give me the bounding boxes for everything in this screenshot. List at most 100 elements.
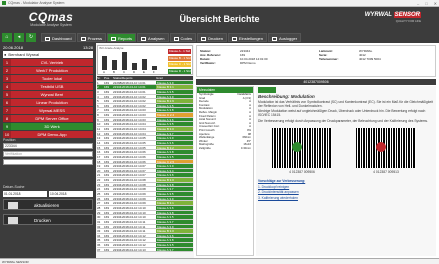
column-header[interactable]: Nr. [97, 76, 104, 80]
description-tab[interactable] [258, 87, 276, 93]
station-number: 10 [3, 130, 11, 139]
table-cell: 223344 [113, 247, 122, 252]
grade-tag[interactable]: Klasse D - 1 Std [168, 68, 191, 74]
table-cell: 169 [104, 229, 110, 233]
nav-label: Codes [180, 36, 193, 41]
table-cell: 169 [104, 113, 110, 117]
table-cell: Klasse A 3.6 [156, 233, 193, 238]
description-p1: Modulation ist das Verhältnis von Symbol… [258, 99, 433, 108]
table-cell: 169 [104, 154, 110, 159]
station-item[interactable]: 4 Testbild USB [3, 82, 93, 91]
user-box[interactable]: ● Bernhard Wyrwal [3, 51, 93, 58]
table-cell: Klasse A 3.9 [156, 164, 193, 168]
table-cell: 2018-04-10 14:09 [122, 196, 146, 201]
station-item[interactable]: 6 Linear Produktion [3, 98, 93, 107]
link-item[interactable]: 2. Druckintensität anpassen [256, 191, 436, 195]
table-cell: 2018-04-10 14:06 [122, 150, 146, 154]
maximize-icon[interactable]: □ [425, 1, 427, 6]
column-header[interactable]: Station [113, 76, 122, 80]
nav-einstellungen[interactable]: Einstellungen [227, 33, 268, 42]
chart-tick-label: E [143, 70, 145, 74]
nav-label: Einstellungen [238, 36, 264, 41]
table-cell: 12 [97, 131, 101, 136]
station-item[interactable]: 3 Tooler lokal [3, 74, 93, 83]
refresh-label: aktualisieren [34, 203, 60, 208]
link-item[interactable]: 1. Druckkopf reinigen [256, 185, 436, 190]
chart-tick-label: F [153, 70, 155, 74]
nav-prozess[interactable]: Prozess [76, 33, 107, 42]
table-cell: 2018-04-10 14:12 [122, 238, 146, 243]
date-from-field[interactable]: 01.01.2018 [3, 191, 47, 197]
station-item[interactable]: 5 Wyrwal Berri [3, 90, 93, 99]
table-cell: 223344 [113, 178, 122, 182]
measure-value: 0.30mm [240, 145, 251, 150]
grade-tag[interactable]: Klasse C - 1 Std [168, 62, 191, 67]
description-heading: Beschreibung: Modulation [258, 94, 315, 99]
table-cell: Klasse A 3.9 [156, 196, 193, 201]
column-header[interactable]: Reports [122, 76, 156, 80]
info-value: 4012 7009 5004 [359, 57, 381, 61]
table-cell: 223344 [113, 89, 122, 94]
table-cell: 169 [104, 136, 110, 140]
station-number: 7 [3, 106, 11, 115]
grade-tag[interactable]: Klasse B - 1 Std [168, 55, 191, 61]
nav-analysen[interactable]: Analysen [137, 33, 169, 42]
station-item[interactable]: 2 Werk7 Produktion [3, 66, 93, 75]
table-cell: 2018-04-10 14:11 [122, 229, 146, 233]
measure-key: Zellgröße [199, 145, 211, 150]
column-header[interactable]: Pos. [104, 76, 113, 80]
table-row[interactable]: 371692233442018-04-10 14:13 Klasse A 3.7 [97, 247, 193, 253]
nav-drucken[interactable]: Drucken [197, 33, 227, 42]
table-cell: 169 [104, 150, 110, 154]
table-cell: 10 [97, 122, 101, 127]
refresh-button[interactable]: aktualisieren [3, 199, 93, 210]
table-cell: 169 [104, 196, 110, 201]
verification-field[interactable]: Verifikation [3, 151, 93, 157]
print-button[interactable]: Drucken [3, 214, 93, 225]
table-cell: 7 [97, 108, 99, 113]
close-icon[interactable]: ✕ [434, 1, 437, 6]
check-icon [292, 141, 302, 152]
barcode-area: 4 012387 009506 4 012387 009513 [256, 126, 436, 180]
back-icon[interactable]: ◂ [14, 33, 24, 42]
station-item[interactable]: 8 DPM Server Office [3, 114, 93, 123]
grade-tag[interactable]: Klasse A - 1 Std [168, 49, 191, 54]
table-cell: 2018-04-10 14:12 [122, 243, 146, 247]
nav-codes[interactable]: Codes [169, 33, 197, 42]
measure-row: Zellgröße 0.30mm [197, 145, 253, 151]
date-to-field[interactable]: 10.04.2018 [49, 191, 93, 197]
table-cell: 2 [97, 85, 99, 89]
table-cell: 2018-04-10 14:08 [122, 182, 146, 187]
minimize-icon[interactable]: – [417, 1, 419, 6]
refresh-icon[interactable]: ↻ [26, 33, 36, 42]
table-cell: 2018-04-10 14:05 [122, 136, 146, 140]
position-field[interactable]: 223344 [3, 143, 93, 149]
current-time: 13:28 [82, 45, 93, 50]
current-date: 20.06.2018 [3, 45, 24, 50]
station-item[interactable]: 10 DPM Demo-App [3, 130, 93, 139]
table-cell: 2018-04-10 14:13 [122, 247, 146, 252]
table-cell: 3 [97, 89, 99, 94]
table-cell: 28 [97, 205, 101, 210]
home-icon[interactable]: ⌂ [2, 33, 12, 42]
info-column: Lieferant: WYRWAL Serie: 4012 Teilenummer: 40… [319, 49, 429, 61]
column-header[interactable]: Grad [156, 76, 193, 80]
nav-auslogger[interactable]: Auslogger [268, 33, 302, 42]
links-heading: Vorschläge zur Verbesserung: [258, 178, 306, 183]
chart-tick-label: B [113, 70, 115, 74]
nav-reports[interactable]: Reports [107, 33, 137, 42]
link-item[interactable]: 3. Kalibrierung wiederholen [256, 196, 436, 201]
station-item[interactable]: 9 3D Werk [3, 122, 93, 131]
nav-dashboard[interactable]: Dashboard [41, 33, 76, 42]
station-item[interactable]: 1 CVL Vertrieb [3, 59, 93, 67]
table-cell: Klasse A 3.8 [156, 150, 193, 154]
info-value: DPM Demo [240, 61, 256, 65]
nav-label: Dashboard [52, 36, 72, 41]
table-cell: 223344 [113, 201, 122, 205]
extra-field[interactable] [3, 159, 93, 165]
table-cell: Klasse A 3.5 [156, 154, 193, 159]
station-item[interactable]: 7 Wyrwal-MESS [3, 106, 93, 115]
code-icon [173, 36, 179, 41]
table-cell: 169 [104, 219, 110, 224]
table-cell: 2018-04-10 14:10 [122, 210, 146, 215]
